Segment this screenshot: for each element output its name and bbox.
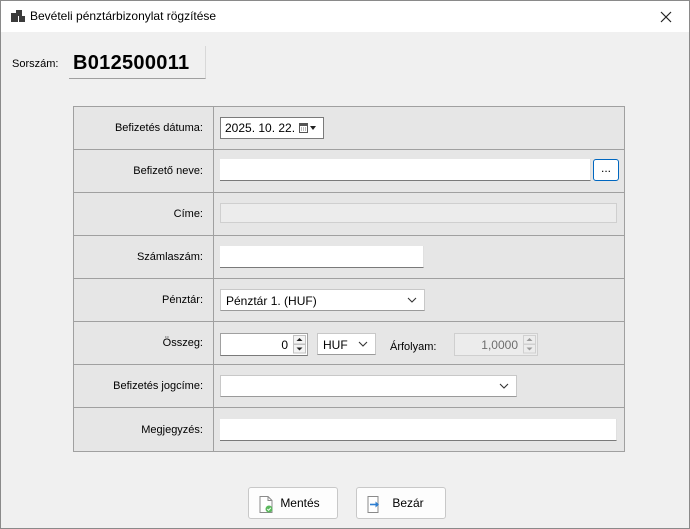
cime-input: [220, 203, 617, 223]
close-button-label: Bezár: [392, 496, 424, 510]
penztar-label: Pénztár:: [74, 279, 214, 321]
cime-label: Címe:: [74, 193, 214, 235]
befizeto-neve-input[interactable]: [220, 159, 591, 181]
befizetes-jogcime-select[interactable]: [220, 375, 517, 397]
penztar-value: Pénztár 1. (HUF): [226, 294, 317, 308]
save-document-icon: [259, 496, 273, 513]
megjegyzes-label: Megjegyzés:: [74, 408, 214, 451]
befizetes-datuma-label: Befizetés dátuma:: [74, 107, 214, 149]
window-title: Bevételi pénztárbizonylat rögzítése: [30, 9, 217, 23]
save-button-label: Mentés: [280, 496, 320, 510]
osszeg-value: 0: [281, 338, 288, 352]
arfolyam-spinner: 1,0000: [454, 333, 538, 356]
spin-updown-icon: [523, 335, 536, 354]
exit-door-icon: [367, 496, 379, 513]
arfolyam-value: 1,0000: [481, 338, 518, 352]
row-befizeto-neve: Befizető neve: ...: [74, 150, 624, 193]
sorszam-label: Sorszám:: [12, 58, 59, 70]
calendar-dropdown-icon[interactable]: [299, 122, 317, 134]
row-osszeg: Összeg: 0 HUF Árfolyam: 1,0000: [74, 322, 624, 365]
save-button[interactable]: Mentés: [248, 487, 338, 519]
osszeg-label: Összeg:: [74, 322, 214, 364]
title-bar: Bevételi pénztárbizonylat rögzítése: [1, 1, 689, 32]
chevron-down-icon: [499, 383, 509, 389]
dialog-window: Bevételi pénztárbizonylat rögzítése Sors…: [0, 0, 690, 529]
currency-select[interactable]: HUF: [317, 333, 376, 355]
currency-value: HUF: [323, 338, 348, 352]
row-befizetes-datuma: Befizetés dátuma: 2025. 10. 22.: [74, 107, 624, 150]
sorszam-value: B012500011: [69, 46, 206, 79]
row-befizetes-jogcime: Befizetés jogcíme:: [74, 365, 624, 408]
form-grid: Befizetés dátuma: 2025. 10. 22. Befizető…: [73, 106, 625, 452]
szamlaszam-label: Számlaszám:: [74, 236, 214, 278]
close-button[interactable]: Bezár: [356, 487, 446, 519]
arfolyam-label: Árfolyam:: [390, 341, 437, 353]
spin-updown-icon[interactable]: [293, 335, 306, 354]
row-cime: Címe:: [74, 193, 624, 236]
osszeg-spinner[interactable]: 0: [220, 333, 308, 356]
penztar-select[interactable]: Pénztár 1. (HUF): [220, 289, 425, 311]
befizetes-datuma-value: 2025. 10. 22.: [225, 121, 296, 135]
chevron-down-icon: [358, 341, 368, 347]
close-window-button[interactable]: [643, 1, 689, 32]
megjegyzes-input[interactable]: [220, 419, 617, 441]
browse-befizeto-button[interactable]: ...: [593, 159, 619, 181]
row-megjegyzes: Megjegyzés:: [74, 408, 624, 451]
befizetes-datuma-picker[interactable]: 2025. 10. 22.: [220, 117, 324, 139]
row-szamlaszam: Számlaszám:: [74, 236, 624, 279]
befizetes-jogcime-label: Befizetés jogcíme:: [74, 365, 214, 407]
befizeto-neve-label: Befizető neve:: [74, 150, 214, 192]
szamlaszam-input[interactable]: [220, 246, 424, 268]
row-penztar: Pénztár: Pénztár 1. (HUF): [74, 279, 624, 322]
app-icon: [11, 10, 25, 22]
chevron-down-icon: [407, 297, 417, 303]
close-icon: [660, 11, 672, 22]
